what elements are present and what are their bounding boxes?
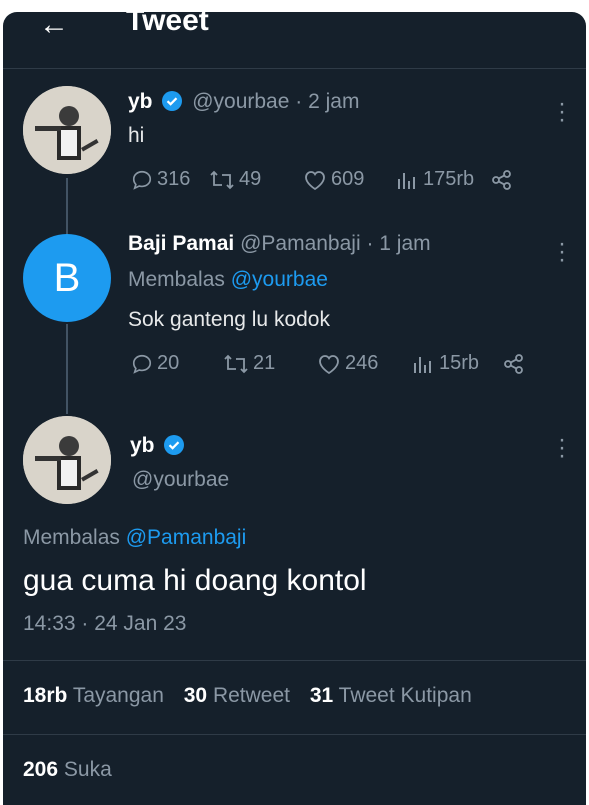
retweet-count: 21 xyxy=(253,352,276,374)
replying-to-link[interactable]: @Pamanbaji xyxy=(126,526,247,549)
retweets-count: 30 xyxy=(183,684,208,707)
back-arrow-icon[interactable]: ← xyxy=(39,12,69,40)
views-count: 15rb xyxy=(439,352,480,374)
quotes-count: 31 xyxy=(309,684,334,707)
author-handle[interactable]: @yourbae xyxy=(192,90,289,113)
reply-button[interactable]: 316 xyxy=(131,168,209,191)
verified-badge-icon xyxy=(162,91,183,111)
author-name[interactable]: yb xyxy=(128,90,153,113)
reply-count: 20 xyxy=(157,352,180,374)
like-button[interactable]: 609 xyxy=(303,168,395,191)
replying-to: Membalas @Pamanbaji xyxy=(23,526,246,550)
like-button[interactable]: 246 xyxy=(317,352,411,375)
reply-button[interactable]: 20 xyxy=(131,352,223,375)
views-count: 175rb xyxy=(423,168,475,190)
like-count: 246 xyxy=(345,352,379,374)
replying-to: Membalas @yourbae xyxy=(128,268,328,292)
tweet-actions: 20 21 246 15rb xyxy=(131,352,529,375)
author-name[interactable]: Baji Pamai xyxy=(128,232,234,255)
views-stat[interactable]: 18rb Tayangan xyxy=(23,684,164,707)
replying-to-link[interactable]: @yourbae xyxy=(231,268,328,291)
tweet-actions: 316 49 609 175rb xyxy=(131,168,517,191)
heart-icon xyxy=(305,170,325,190)
thread-line xyxy=(66,324,68,414)
share-icon xyxy=(504,353,523,374)
avatar[interactable]: B xyxy=(23,234,111,322)
retweet-icon xyxy=(224,354,248,373)
quotes-label: Tweet Kutipan xyxy=(338,684,472,707)
reply-icon xyxy=(132,170,152,190)
views-button[interactable]: 175rb xyxy=(395,168,491,191)
retweet-count: 49 xyxy=(239,168,262,190)
views-icon xyxy=(398,172,415,189)
quotes-stat[interactable]: 31 Tweet Kutipan xyxy=(310,684,472,707)
retweets-stat[interactable]: 30 Retweet xyxy=(184,684,290,707)
author-handle[interactable]: @yourbae xyxy=(132,468,229,492)
retweets-label: Retweet xyxy=(212,684,290,707)
retweet-button[interactable]: 49 xyxy=(209,168,303,191)
like-count: 609 xyxy=(331,168,365,190)
heart-icon xyxy=(319,354,339,374)
tweet-timestamp[interactable]: 14:33 · 24 Jan 23 xyxy=(23,612,186,636)
divider xyxy=(3,68,586,69)
reply-count: 316 xyxy=(157,168,191,190)
avatar-letter: B xyxy=(53,256,81,300)
likes-label: Suka xyxy=(63,758,112,781)
more-options-icon[interactable]: · · · xyxy=(558,92,566,132)
tweet-time: · 1 jam xyxy=(366,232,431,255)
tweet-header: yb @yourbae · 2 jam xyxy=(128,90,359,114)
share-button[interactable] xyxy=(503,353,529,375)
tweet-text: gua cuma hi doang kontol xyxy=(23,564,367,597)
retweet-button[interactable]: 21 xyxy=(223,352,317,375)
views-count: 18rb xyxy=(23,684,68,707)
replying-prefix: Membalas xyxy=(23,526,120,549)
tweet-header: Baji Pamai @Pamanbaji · 1 jam xyxy=(128,232,431,256)
avatar[interactable] xyxy=(23,86,111,174)
author-line: yb xyxy=(130,434,188,458)
tweet-text: hi xyxy=(128,124,145,147)
thread-line xyxy=(66,178,68,238)
likes-stat[interactable]: 206 Suka xyxy=(23,758,112,782)
author-handle[interactable]: @Pamanbaji xyxy=(240,232,361,255)
tweet-detail-screen: ← Tweet yb @yourbae · 2 jam ··· hi 316 xyxy=(3,12,586,805)
tweet-text: Sok ganteng lu kodok xyxy=(128,308,330,331)
reply-icon xyxy=(132,354,152,374)
likes-count: 206 xyxy=(23,758,59,781)
views-button[interactable]: 15rb xyxy=(411,352,503,375)
views-label: Tayangan xyxy=(72,684,164,707)
page-title: Tweet xyxy=(126,12,209,37)
replying-prefix: Membalas xyxy=(128,268,225,291)
tweet-time: · 2 jam xyxy=(295,90,360,113)
more-options-icon[interactable]: · · · xyxy=(558,232,566,272)
stats-row: 18rb Tayangan 30 Retweet 31 Tweet Kutipa… xyxy=(23,684,472,708)
verified-badge-icon xyxy=(164,435,185,455)
divider xyxy=(3,660,586,661)
author-name[interactable]: yb xyxy=(130,434,155,457)
header: ← Tweet xyxy=(3,12,586,68)
avatar[interactable] xyxy=(23,416,111,504)
retweet-icon xyxy=(210,170,234,189)
views-icon xyxy=(414,356,431,373)
divider xyxy=(3,734,586,735)
share-icon xyxy=(492,169,511,190)
more-options-icon[interactable]: · · · xyxy=(558,428,566,468)
share-button[interactable] xyxy=(491,169,517,191)
